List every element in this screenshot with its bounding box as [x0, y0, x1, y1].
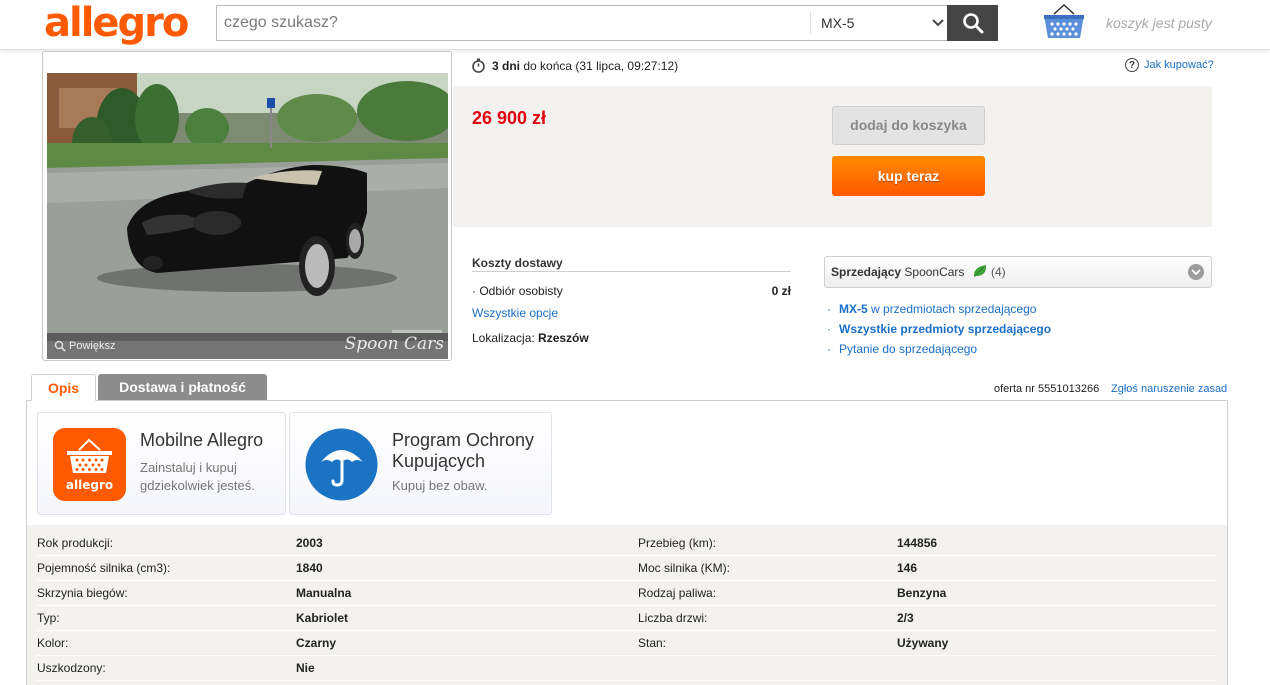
how-to-buy-label: Jak kupować? — [1144, 59, 1214, 71]
param-label: Rodzaj paliwa: — [638, 586, 717, 600]
leaf-icon — [973, 265, 987, 277]
buy-now-button[interactable]: kup teraz — [832, 156, 985, 196]
report-violation-link[interactable]: Zgłoś naruszenie zasad — [1111, 383, 1227, 395]
photo-watermark: Spoon Cars — [344, 334, 444, 354]
time-left: 3 dni do końca (31 lipca, 09:27:12) — [471, 58, 678, 73]
promo-title-line2: Kupujących — [392, 451, 486, 471]
expand-seller-button[interactable] — [1188, 264, 1204, 280]
buy-box: 26 900 zł dodaj do koszyka kup teraz — [453, 86, 1212, 227]
param-label: Moc silnika (KM): — [638, 561, 731, 575]
location: Lokalizacja: Rzeszów — [472, 331, 589, 345]
location-value: Rzeszów — [538, 331, 589, 345]
all-shipping-options-link[interactable]: Wszystkie opcje — [472, 306, 558, 320]
param-value: Czarny — [296, 636, 337, 650]
cart-status[interactable]: koszyk jest pusty — [1106, 15, 1212, 31]
param-value: Nie — [296, 661, 315, 675]
add-to-cart-button[interactable]: dodaj do koszyka — [832, 106, 985, 145]
param-label: Pojemność silnika (cm3): — [37, 561, 171, 575]
header: allegro MX-5 koszyk jest pusty — [0, 0, 1270, 50]
magnifier-icon — [54, 340, 66, 352]
allegro-app-icon: allegro — [53, 428, 126, 501]
param-value: 144856 — [897, 536, 938, 550]
offer-number: oferta nr 5551013266 — [994, 383, 1100, 395]
how-to-buy-link[interactable]: ? Jak kupować? — [1125, 58, 1214, 72]
car-photo-image — [47, 73, 448, 341]
param-value: Manualna — [296, 586, 352, 600]
price: 26 900 zł — [472, 108, 547, 128]
tab-delivery-payment[interactable]: Dostawa i płatność — [98, 374, 267, 401]
param-label: Liczba drzwi: — [638, 611, 708, 625]
param-row: Uszkodzony: Nie — [37, 656, 1217, 681]
chevron-down-icon — [1191, 269, 1201, 276]
search-icon — [962, 13, 983, 34]
description-panel: allegro Mobilne Allegro Zainstaluj i kup… — [26, 400, 1228, 685]
promo-title-line1: Program Ochrony — [392, 430, 535, 450]
promo-subtitle-line1: Zainstaluj i kupuj — [140, 460, 237, 475]
seller-rating: (4) — [991, 265, 1006, 279]
param-row: Rok produkcji: 2003 Przebieg (km): 14485… — [37, 531, 1217, 556]
param-value: 1840 — [296, 561, 323, 575]
param-label: Rok produkcji: — [37, 536, 114, 550]
all-seller-items-label: Wszystkie przedmioty sprzedającego — [839, 322, 1052, 336]
umbrella-icon — [305, 428, 378, 501]
param-row: Pojemność silnika (cm3): 1840 Moc silnik… — [37, 556, 1217, 581]
promo-subtitle-line2: gdziekolwiek jesteś. — [140, 478, 255, 493]
param-value: Kabriolet — [296, 611, 349, 625]
seller-label: Sprzedający — [831, 265, 902, 279]
chevron-down-icon — [932, 19, 944, 27]
promo-title: Mobilne Allegro — [140, 430, 264, 450]
param-label: Kolor: — [37, 636, 69, 650]
zoom-button[interactable]: Powiększ Spoon Cars — [47, 333, 448, 359]
location-label: Lokalizacja: — [472, 331, 535, 345]
category-value: MX-5 — [821, 15, 855, 31]
help-icon: ? — [1125, 58, 1139, 72]
shipping-option-label: Odbiór osobisty — [479, 284, 563, 298]
search-bar: MX-5 — [216, 5, 998, 41]
zoom-label: Powiększ — [69, 340, 116, 352]
param-value: Benzyna — [897, 586, 947, 600]
image-gallery: Powiększ Spoon Cars — [42, 51, 452, 361]
param-value: Używany — [897, 636, 949, 650]
ask-seller-label: Pytanie do sprzedającego — [839, 342, 978, 356]
param-label: Uszkodzony: — [37, 661, 106, 675]
shipping-option: · Odbiór osobisty 0 zł — [472, 284, 791, 298]
param-value: 146 — [897, 561, 918, 575]
category-select[interactable]: MX-5 — [810, 12, 948, 34]
tab-description[interactable]: Opis — [31, 374, 96, 401]
param-label: Stan: — [638, 636, 667, 650]
search-input[interactable] — [217, 6, 807, 40]
param-label: Skrzynia biegów: — [37, 586, 128, 600]
seller-item-link[interactable]: MX-5 w przedmiotach sprzedającego — [827, 299, 1051, 319]
time-left-end: do końca (31 lipca, 09:27:12) — [523, 58, 679, 73]
allegro-app-icon-text: allegro — [66, 478, 113, 492]
seller-item-link-bold: MX-5 — [839, 302, 868, 316]
seller-box[interactable]: Sprzedający SpoonCars (4) — [824, 256, 1212, 288]
all-seller-items-link[interactable]: Wszystkie przedmioty sprzedającego — [827, 319, 1051, 339]
param-row: Skrzynia biegów: Manualna Rodzaj paliwa:… — [37, 581, 1217, 606]
allegro-logo[interactable]: allegro — [44, 0, 189, 46]
shipping-option-value: 0 zł — [771, 284, 791, 298]
param-value: 2/3 — [897, 611, 914, 625]
seller-links: MX-5 w przedmiotach sprzedającego Wszyst… — [827, 299, 1051, 359]
param-row: Kolor: Czarny Stan: Używany — [37, 631, 1217, 656]
param-row: Typ: Kabriolet Liczba drzwi: 2/3 — [37, 606, 1217, 631]
search-button[interactable] — [947, 5, 998, 41]
param-label: Przebieg (km): — [638, 536, 717, 550]
mobile-allegro-promo[interactable]: allegro Mobilne Allegro Zainstaluj i kup… — [37, 412, 286, 515]
param-label: Typ: — [37, 611, 60, 625]
shipping-title: Koszty dostawy — [472, 256, 791, 272]
buyer-protection-promo[interactable]: Program Ochrony Kupujących Kupuj bez oba… — [289, 412, 552, 515]
promo-subtitle: Kupuj bez obaw. — [392, 478, 488, 493]
parameters-table: Rok produkcji: 2003 Przebieg (km): 14485… — [27, 525, 1227, 685]
stopwatch-icon — [472, 58, 485, 73]
seller-name: SpoonCars — [904, 265, 965, 279]
ask-seller-link[interactable]: Pytanie do sprzedającego — [827, 339, 1051, 359]
param-value: 2003 — [296, 536, 323, 550]
time-left-value: 3 dni — [492, 58, 521, 73]
basket-icon[interactable] — [1042, 2, 1086, 42]
product-photo[interactable] — [47, 73, 448, 341]
seller-item-link-rest: w przedmiotach sprzedającego — [871, 302, 1037, 316]
